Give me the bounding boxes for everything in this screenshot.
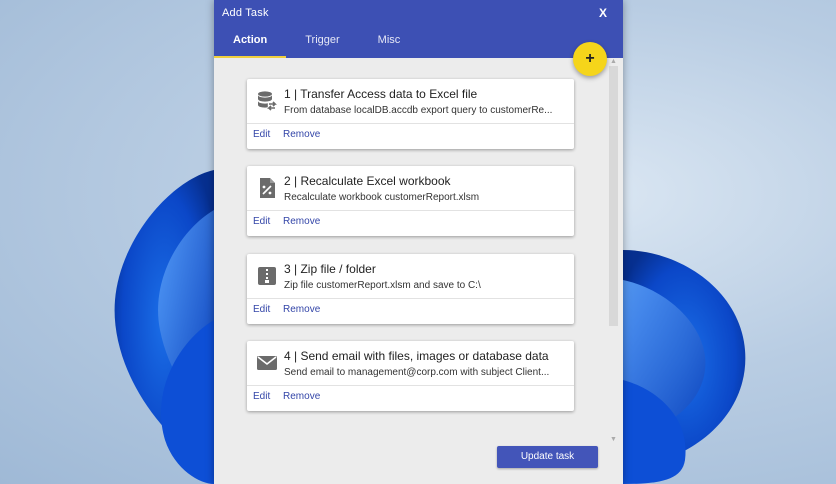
card-divider (247, 385, 574, 386)
action-title: 1 | Transfer Access data to Excel file (284, 87, 478, 101)
edit-link[interactable]: Edit (253, 129, 270, 140)
card-actions: Edit Remove (253, 391, 330, 402)
add-action-button[interactable]: + (573, 42, 607, 76)
action-card-3: 3 | Zip file / folder Zip file customerR… (247, 254, 574, 324)
scrollbar[interactable]: ▲ ▼ (609, 58, 618, 444)
add-task-dialog: Add Task X Action Trigger Misc + ▲ ▼ 1 |… (214, 0, 623, 484)
action-card-2: 2 | Recalculate Excel workbook Recalcula… (247, 166, 574, 236)
action-description: Recalculate workbook customerReport.xlsm (284, 192, 480, 203)
action-card-4: 4 | Send email with files, images or dat… (247, 341, 574, 411)
tab-trigger[interactable]: Trigger (286, 28, 358, 58)
card-actions: Edit Remove (253, 129, 330, 140)
action-title: 4 | Send email with files, images or dat… (284, 349, 549, 363)
card-actions: Edit Remove (253, 216, 330, 227)
action-description: Send email to management@corp.com with s… (284, 367, 550, 378)
scrollbar-thumb[interactable] (609, 66, 618, 326)
edit-link[interactable]: Edit (253, 391, 270, 402)
remove-link[interactable]: Remove (283, 391, 320, 402)
action-description: From database localDB.accdb export query… (284, 105, 553, 116)
scroll-up-arrow-icon[interactable]: ▲ (609, 58, 618, 66)
card-actions: Edit Remove (253, 304, 330, 315)
action-card-1: 1 | Transfer Access data to Excel file F… (247, 79, 574, 149)
database-transfer-icon (256, 90, 278, 112)
email-icon (256, 352, 278, 374)
remove-link[interactable]: Remove (283, 129, 320, 140)
action-title: 2 | Recalculate Excel workbook (284, 174, 451, 188)
dialog-title: Add Task (222, 7, 269, 19)
update-task-button[interactable]: Update task (497, 446, 598, 468)
edit-link[interactable]: Edit (253, 304, 270, 315)
action-description: Zip file customerReport.xlsm and save to… (284, 280, 481, 291)
card-divider (247, 298, 574, 299)
card-divider (247, 210, 574, 211)
card-divider (247, 123, 574, 124)
remove-link[interactable]: Remove (283, 216, 320, 227)
remove-link[interactable]: Remove (283, 304, 320, 315)
tab-bar: Action Trigger Misc (214, 28, 419, 58)
edit-link[interactable]: Edit (253, 216, 270, 227)
tab-misc[interactable]: Misc (359, 28, 420, 58)
zip-icon (256, 265, 278, 287)
dialog-titlebar: Add Task X Action Trigger Misc (214, 0, 623, 58)
close-button[interactable]: X (599, 6, 607, 20)
scroll-down-arrow-icon[interactable]: ▼ (609, 436, 618, 444)
action-title: 3 | Zip file / folder (284, 262, 376, 276)
tab-action[interactable]: Action (214, 28, 287, 58)
calculator-icon (256, 177, 278, 199)
